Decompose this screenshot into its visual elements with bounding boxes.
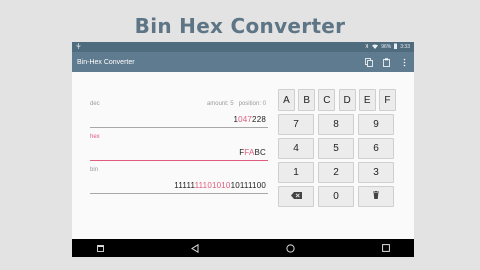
hex-underline: [90, 160, 268, 161]
dec-value-end: 228: [252, 115, 266, 124]
status-bar: 96% 3:33: [72, 42, 414, 52]
position-value: 0: [262, 101, 266, 107]
clear-key[interactable]: [358, 186, 394, 207]
hex-label: hex: [90, 134, 100, 140]
backspace-key[interactable]: [278, 186, 314, 207]
dec-meta: amount: 5 position: 0: [207, 101, 266, 107]
wifi-icon: [372, 44, 379, 51]
status-time: 3:33: [400, 44, 410, 50]
digit-grid: 7 8 9 4 5 6 1 2 3 0: [278, 114, 396, 207]
key-c[interactable]: C: [318, 89, 336, 111]
key-2[interactable]: 2: [318, 162, 354, 183]
hex-value-selection: FA: [244, 148, 255, 157]
bin-label: bin: [90, 167, 99, 173]
key-8[interactable]: 8: [318, 114, 354, 135]
recents-icon[interactable]: [379, 241, 393, 255]
bluetooth-icon: [365, 43, 369, 51]
key-6[interactable]: 6: [358, 138, 394, 159]
hex-field[interactable]: hex FFABC: [90, 131, 268, 164]
position-label: position:: [238, 101, 261, 107]
key-4[interactable]: 4: [278, 138, 314, 159]
back-icon[interactable]: [188, 241, 202, 255]
bin-underline: [90, 193, 268, 194]
battery-text: 96%: [381, 44, 392, 50]
key-9[interactable]: 9: [358, 114, 394, 135]
bin-value[interactable]: 111111110101010111100: [174, 181, 266, 190]
nav-bar: [72, 239, 414, 257]
key-e[interactable]: E: [358, 89, 376, 111]
usb-icon: [76, 43, 81, 51]
key-7[interactable]: 7: [278, 114, 314, 135]
battery-icon: [394, 43, 398, 51]
hex-key-row: A B C D E F: [278, 89, 396, 111]
bin-value-start: 11111: [174, 181, 195, 190]
key-d[interactable]: D: [338, 89, 356, 111]
delete-icon: [373, 191, 379, 202]
key-1[interactable]: 1: [278, 162, 314, 183]
hex-value-end: BC: [254, 148, 266, 157]
banner-title: Bin Hex Converter: [134, 14, 346, 38]
app-title: Bin-Hex Converter: [77, 58, 135, 66]
backspace-icon: [290, 191, 302, 202]
key-3[interactable]: 3: [358, 162, 394, 183]
dec-value-selection: 047: [238, 115, 253, 124]
bin-value-end: 10111100: [230, 181, 266, 190]
converter-fields: dec amount: 5 position: 0 1047228 hex FF…: [90, 98, 268, 197]
device-screen: 96% 3:33 Bin-Hex Converter dec amount: 5…: [72, 42, 414, 257]
menu-icon[interactable]: [93, 241, 107, 255]
more-vert-icon[interactable]: [400, 58, 409, 67]
keypad: A B C D E F 7 8 9 4 5 6 1 2 3 0: [278, 89, 396, 207]
dec-field[interactable]: dec amount: 5 position: 0 1047228: [90, 98, 268, 131]
dec-value[interactable]: 1047228: [233, 115, 266, 124]
amount-value: 5: [230, 101, 234, 107]
app-bar: Bin-Hex Converter: [72, 52, 414, 72]
key-f[interactable]: F: [378, 89, 396, 111]
paste-icon[interactable]: [382, 57, 391, 67]
bin-field[interactable]: bin 111111110101010111100: [90, 164, 268, 197]
bin-value-selection: 11101010: [194, 181, 231, 190]
amount-label: amount:: [206, 101, 229, 107]
key-0[interactable]: 0: [318, 186, 354, 207]
hex-value[interactable]: FFABC: [239, 148, 266, 157]
copy-icon[interactable]: [364, 57, 373, 67]
dec-underline: [90, 127, 268, 128]
home-icon[interactable]: [284, 241, 298, 255]
key-a[interactable]: A: [278, 89, 295, 111]
key-5[interactable]: 5: [318, 138, 354, 159]
dec-label: dec: [90, 101, 100, 107]
key-b[interactable]: B: [298, 89, 316, 111]
